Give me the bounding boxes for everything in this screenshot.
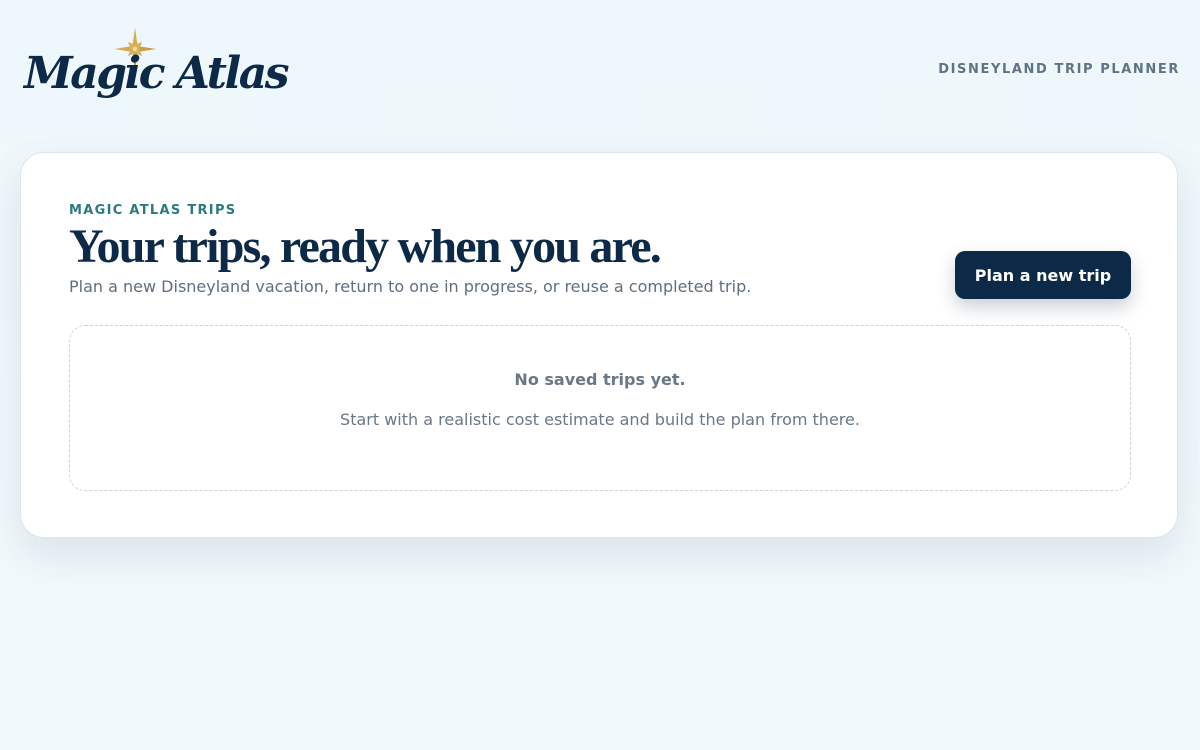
header-tagline: DISNEYLAND TRIP PLANNER xyxy=(938,62,1180,77)
plan-new-trip-button[interactable]: Plan a new trip xyxy=(955,251,1131,299)
empty-state-title: No saved trips yet. xyxy=(514,370,686,389)
empty-trips-state: No saved trips yet. Start with a realist… xyxy=(69,325,1131,491)
section-eyebrow: MAGIC ATLAS TRIPS xyxy=(69,203,237,218)
empty-state-text: Start with a realistic cost estimate and… xyxy=(340,410,860,429)
trips-card: MAGIC ATLAS TRIPS Your trips, ready when… xyxy=(20,152,1178,538)
page-title: Your trips, ready when you are. xyxy=(69,220,662,273)
page-subtitle: Plan a new Disneyland vacation, return t… xyxy=(69,277,752,296)
logo-link[interactable]: Magic Atlas xyxy=(24,26,290,110)
logo-wordmark: Magic Atlas xyxy=(24,48,290,99)
site-header: Magic Atlas DISNEYLAND TRIP PLANNER xyxy=(0,0,1200,130)
